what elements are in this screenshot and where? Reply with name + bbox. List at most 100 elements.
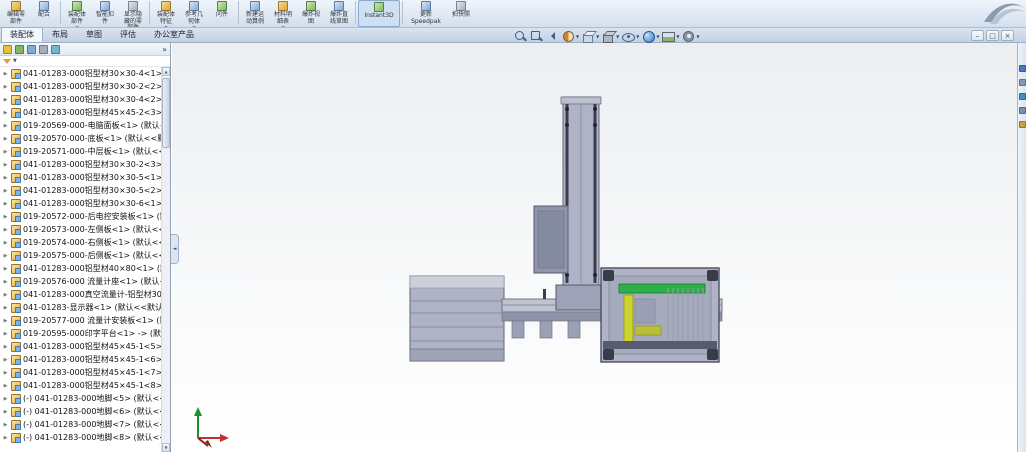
expand-arrow-icon[interactable]: ▶ [2, 292, 9, 298]
file-explorer-tab-icon[interactable] [1018, 93, 1026, 100]
commandmanager-tab-0[interactable]: 装配体 [1, 27, 43, 42]
headsup-group-previous-view[interactable] [546, 30, 559, 43]
tree-item[interactable]: ▶ 019-20575-000-后侧板<1> (默认<<默认>_显示状态 [0, 249, 161, 262]
headsup-group-view-orientation[interactable]: ▼ [582, 30, 599, 43]
expand-arrow-icon[interactable]: ▶ [2, 396, 9, 402]
displaymanager-tab-icon[interactable] [51, 44, 60, 54]
commandmanager-tab-1[interactable]: 布局 [43, 27, 77, 42]
tree-item[interactable]: ▶ 041-01283-000铝型材45×45-1<5> (默认<<默认>_显 [0, 340, 161, 353]
appearances-tab-icon[interactable] [1018, 121, 1026, 128]
tree-scrollbar[interactable]: ▲ ▼ [161, 67, 170, 452]
expand-arrow-icon[interactable]: ▶ [2, 331, 9, 337]
ribbon-button[interactable]: 问件 [208, 0, 236, 27]
headsup-group-hide-show-items[interactable]: ▼ [622, 30, 639, 43]
headsup-group-apply-scene[interactable]: ▼ [662, 30, 679, 43]
tree-item[interactable]: ▶ 041-01283-000真空流量计-铝型材30×30<1> (默认 [0, 288, 161, 301]
ribbon-button[interactable]: 参考几 何体▼ [180, 0, 208, 27]
dimxpertmanager-tab-icon[interactable] [39, 44, 48, 54]
tree-item[interactable]: ▶ (-) 041-01283-000地脚<8> (默认<<默认>_显示状态 [0, 431, 161, 444]
commandmanager-tab-4[interactable]: 办公室产品 [145, 27, 203, 42]
ribbon-button[interactable]: 编辑零 部件 [2, 0, 30, 27]
expand-arrow-icon[interactable]: ▶ [2, 227, 9, 233]
tree-item[interactable]: ▶ 041-01283-000铝型材45×45-2<3> (默认<<默认>_显示状… [0, 106, 161, 119]
tree-item[interactable]: ▶ 041-01283-显示器<1> (默认<<默认>_显示状态 1>) [0, 301, 161, 314]
tree-item[interactable]: ▶ 041-01283-000铝型材30×30-6<1> (默认<<默认>_显示状… [0, 197, 161, 210]
expand-arrow-icon[interactable]: ▶ [2, 305, 9, 311]
tree-item[interactable]: ▶ 041-01283-000铝型材30×30-2<3> (默认<<默认>_显示状… [0, 158, 161, 171]
tree-item[interactable]: ▶ 019-20576-000 流量计座<1> (默认<<默认>_显示状态 [0, 275, 161, 288]
expand-arrow-icon[interactable]: ▶ [2, 422, 9, 428]
expand-arrow-icon[interactable]: ▶ [2, 253, 9, 259]
expand-arrow-icon[interactable]: ▶ [2, 357, 9, 363]
panel-overflow-chevron[interactable]: » [162, 44, 167, 55]
design-library-tab-icon[interactable] [1018, 79, 1026, 86]
expand-arrow-icon[interactable]: ▶ [2, 370, 9, 376]
tree-item[interactable]: ▶ 019-20572-000-后电控安装板<1> (默认<<默认>_显示 [0, 210, 161, 223]
tree-item[interactable]: ▶ (-) 041-01283-000地脚<7> (默认<<默认>_显示状态 [0, 418, 161, 431]
minimize-button[interactable]: – [971, 30, 984, 41]
expand-arrow-icon[interactable]: ▶ [2, 383, 9, 389]
expand-arrow-icon[interactable]: ▶ [2, 136, 9, 142]
tree-item[interactable]: ▶ 019-20573-000-左侧板<1> (默认<<默认>_显示状态 [0, 223, 161, 236]
restore-button[interactable]: □ [986, 30, 999, 41]
tree-item[interactable]: ▶ 041-01283-000铝型材30×30-5<1> (默认<<默认>_显示状… [0, 171, 161, 184]
tree-item[interactable]: ▶ 019-20570-000-底板<1> (默认<<默认>_显示状态 [0, 132, 161, 145]
tree-item[interactable]: ▶ 019-20574-000-右侧板<1> (默认<<默认>_显示状态 [0, 236, 161, 249]
expand-arrow-icon[interactable]: ▶ [2, 318, 9, 324]
headsup-group-edit-appearance[interactable]: ▼ [642, 30, 659, 43]
expand-arrow-icon[interactable]: ▶ [2, 71, 9, 77]
expand-arrow-icon[interactable]: ▶ [2, 97, 9, 103]
tree-item[interactable]: ▶ 041-01283-000铝型材30×30-4<2> (默认<<默认>_显示状… [0, 93, 161, 106]
ribbon-button[interactable]: 配合 [30, 0, 58, 27]
model-canvas[interactable] [172, 43, 1017, 452]
expand-arrow-icon[interactable]: ▶ [2, 435, 9, 441]
ribbon-button[interactable]: 装配体 特征▼ [152, 0, 180, 27]
tree-item[interactable]: ▶ 019-20569-000-电脑面板<1> (默认<<默认>_显示状态 [0, 119, 161, 132]
headsup-group-view-settings[interactable]: ▼ [682, 30, 700, 43]
expand-arrow-icon[interactable]: ▶ [2, 214, 9, 220]
tree-item[interactable]: ▶ 041-01283-000铝型材45×45-1<6> (默认<<默认>_显 [0, 353, 161, 366]
commandmanager-tab-2[interactable]: 草图 [77, 27, 111, 42]
expand-arrow-icon[interactable]: ▶ [2, 84, 9, 90]
ribbon-button[interactable]: 新建运 动算例 [241, 0, 269, 27]
expand-arrow-icon[interactable]: ▶ [2, 201, 9, 207]
expand-arrow-icon[interactable]: ▶ [2, 149, 9, 155]
expand-arrow-icon[interactable]: ▶ [2, 162, 9, 168]
graphics-area[interactable] [172, 43, 1017, 452]
scroll-down-arrow-icon[interactable]: ▼ [162, 443, 170, 452]
ribbon-button[interactable]: 爆炸视 图 [297, 0, 325, 27]
featuremanager-tab-icon[interactable] [3, 44, 12, 54]
filter-funnel-icon[interactable] [3, 58, 11, 64]
ribbon-button[interactable]: 显示隐 藏的零 部件 [119, 0, 147, 27]
scrollbar-thumb[interactable] [162, 78, 170, 148]
expand-arrow-icon[interactable]: ▶ [2, 175, 9, 181]
headsup-group-zoom-area[interactable] [530, 30, 543, 43]
expand-arrow-icon[interactable]: ▶ [2, 266, 9, 272]
expand-arrow-icon[interactable]: ▶ [2, 344, 9, 350]
tree-item[interactable]: ▶ 041-01283-000铝型材40×80<1> (默认<<默认>_显示 [0, 262, 161, 275]
propertymanager-tab-icon[interactable] [15, 44, 24, 54]
tree-item[interactable]: ▶ 041-01283-000铝型材30×30-2<2> (默认<<默认>_显示状… [0, 80, 161, 93]
scroll-up-arrow-icon[interactable]: ▲ [162, 67, 170, 76]
expand-arrow-icon[interactable]: ▶ [2, 409, 9, 415]
ribbon-button[interactable]: 智能扣 件 [91, 0, 119, 27]
resources-tab-icon[interactable] [1018, 65, 1026, 72]
headsup-group-display-style[interactable]: ▼ [602, 30, 619, 43]
tree-item[interactable]: ▶ 041-01283-000铝型材30×30-4<1> (默认<<默认>_显示状… [0, 67, 161, 80]
headsup-group-zoom-fit[interactable] [514, 30, 527, 43]
expand-arrow-icon[interactable]: ▶ [2, 188, 9, 194]
headsup-group-section-view[interactable]: ▼ [562, 30, 579, 43]
update-speedpak-button[interactable]: 更新 Speedpak [405, 0, 447, 27]
snapshot-button[interactable]: 拍快照 [447, 0, 475, 27]
commandmanager-tab-3[interactable]: 评估 [111, 27, 145, 42]
panel-collapse-handle[interactable]: ◄ [171, 234, 179, 264]
close-button[interactable]: × [1001, 30, 1014, 41]
tree-item[interactable]: ▶ (-) 041-01283-000地脚<6> (默认<<默认>_显示状态 [0, 405, 161, 418]
ribbon-button[interactable]: 材料明 细表▼ [269, 0, 297, 27]
ribbon-button[interactable]: 装配体 部件▼ [63, 0, 91, 27]
tree-item[interactable]: ▶ (-) 041-01283-000地脚<5> (默认<<默认>_显示状态 [0, 392, 161, 405]
expand-arrow-icon[interactable]: ▶ [2, 240, 9, 246]
instant3d-button[interactable]: Instant3D [358, 0, 400, 27]
tree-item[interactable]: ▶ 041-01283-000铝型材45×45-1<8> (默认<<默认>_显 [0, 379, 161, 392]
ribbon-button[interactable]: 爆炸直 线草图 [325, 0, 353, 27]
